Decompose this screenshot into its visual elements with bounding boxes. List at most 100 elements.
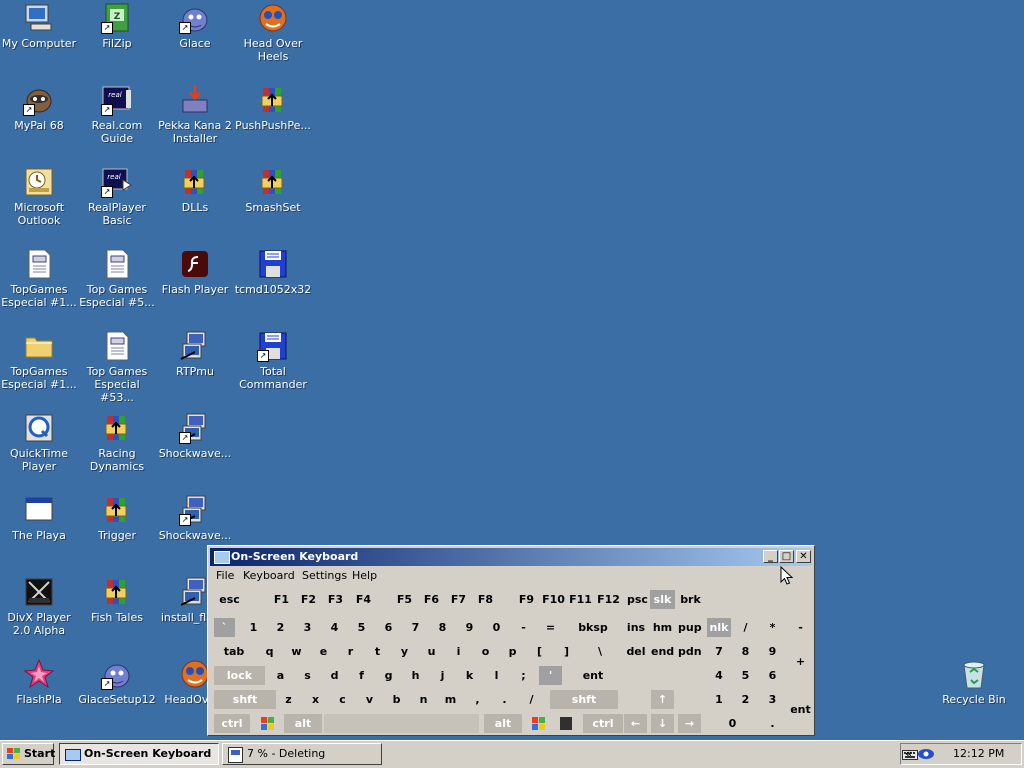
- key-num-18[interactable]: /: [734, 618, 757, 637]
- desktop-icon[interactable]: TopGames Especial #1...: [0, 248, 78, 309]
- key-num-5[interactable]: 5: [350, 618, 373, 637]
- key-q-7[interactable]: u: [420, 642, 443, 661]
- tray-expand-button[interactable]: «: [905, 747, 912, 760]
- application-menu-key[interactable]: [554, 714, 578, 733]
- desktop-icon[interactable]: SmashSet: [234, 166, 312, 214]
- key-q-3[interactable]: e: [312, 642, 335, 661]
- desktop-icon[interactable]: PushPushPe...: [234, 84, 312, 132]
- key-fn-8[interactable]: F8: [473, 590, 498, 609]
- key-num-12[interactable]: =: [539, 618, 562, 637]
- key-num-10[interactable]: 0: [485, 618, 508, 637]
- key-a-12[interactable]: ent: [566, 666, 620, 685]
- desktop-icon[interactable]: Z ↗ FilZip: [78, 2, 156, 50]
- key-num-16[interactable]: pup: [678, 618, 702, 637]
- key-z-16[interactable]: ent: [789, 690, 812, 730]
- key-z-8[interactable]: ,: [466, 690, 489, 709]
- desktop-icon[interactable]: Racing Dynamics: [78, 412, 156, 473]
- key-a-15[interactable]: 6: [761, 666, 784, 685]
- maximize-button[interactable]: □: [779, 550, 794, 563]
- key-fn-6[interactable]: F6: [419, 590, 444, 609]
- desktop-icon[interactable]: Microsoft Outlook: [0, 166, 78, 227]
- key-ctrl-8[interactable]: ←: [624, 714, 647, 733]
- key-fn-5[interactable]: F5: [392, 590, 417, 609]
- menu-file[interactable]: File: [216, 569, 234, 582]
- key-q-16[interactable]: pdn: [678, 642, 702, 661]
- key-ctrl-11[interactable]: 0: [707, 714, 758, 733]
- key-a-4[interactable]: f: [350, 666, 373, 685]
- key-z-4[interactable]: v: [358, 690, 381, 709]
- key-fn-12[interactable]: F12: [596, 590, 621, 609]
- key-z-2[interactable]: x: [304, 690, 327, 709]
- windows-key[interactable]: [255, 714, 279, 733]
- key-fn-14[interactable]: slk: [650, 590, 675, 609]
- key-a-7[interactable]: j: [431, 666, 454, 685]
- desktop-icon[interactable]: Trigger: [78, 494, 156, 542]
- key-num-19[interactable]: *: [761, 618, 784, 637]
- key-a-2[interactable]: s: [296, 666, 319, 685]
- key-fn-13[interactable]: psc: [625, 590, 650, 609]
- key-num-17[interactable]: nlk: [707, 618, 731, 637]
- desktop-icon[interactable]: ↗ GlaceSetup12: [78, 658, 156, 706]
- key-q-0[interactable]: tab: [214, 642, 254, 661]
- key-z-5[interactable]: b: [385, 690, 408, 709]
- desktop-icon[interactable]: tcmd1052x32: [234, 248, 312, 296]
- key-a-5[interactable]: g: [377, 666, 400, 685]
- desktop-icon[interactable]: FlashPla: [0, 658, 78, 706]
- key-ctrl-12[interactable]: .: [761, 714, 784, 733]
- key-num-13[interactable]: bksp: [566, 618, 620, 637]
- key-fn-15[interactable]: brk: [678, 590, 703, 609]
- key-z-1[interactable]: z: [277, 690, 300, 709]
- desktop-icon[interactable]: ↗ Glace: [156, 2, 234, 50]
- key-z-12[interactable]: ↑: [651, 690, 674, 709]
- key-fn-4[interactable]: F4: [351, 590, 376, 609]
- key-q-15[interactable]: end: [651, 642, 674, 661]
- key-fn-1[interactable]: F1: [269, 590, 294, 609]
- menu-help[interactable]: Help: [352, 569, 377, 582]
- key-num-14[interactable]: ins: [624, 618, 648, 637]
- key-fn-10[interactable]: F10: [541, 590, 566, 609]
- key-a-9[interactable]: l: [485, 666, 508, 685]
- desktop-icon[interactable]: Pekka Kana 2 Installer: [156, 84, 234, 145]
- key-q-13[interactable]: \: [582, 642, 618, 661]
- desktop-icon[interactable]: QuickTime Player: [0, 412, 78, 473]
- key-num-6[interactable]: 6: [377, 618, 400, 637]
- key-z-13[interactable]: 1: [707, 690, 731, 709]
- clock[interactable]: 12:12 PM: [953, 747, 1004, 760]
- desktop-icon[interactable]: Top Games Especial #53...: [78, 330, 156, 404]
- key-q-8[interactable]: i: [447, 642, 470, 661]
- close-button[interactable]: ✕: [796, 550, 811, 563]
- key-num-15[interactable]: hm: [651, 618, 674, 637]
- desktop-icon[interactable]: DivX Player 2.0 Alpha: [0, 576, 78, 637]
- key-q-4[interactable]: r: [339, 642, 362, 661]
- taskbar-item-on-screen-keyboard[interactable]: On-Screen Keyboard: [59, 743, 219, 765]
- key-q-2[interactable]: w: [285, 642, 308, 661]
- key-z-3[interactable]: c: [331, 690, 354, 709]
- desktop-icon[interactable]: ↗ Total Commander: [234, 330, 312, 391]
- key-num-0[interactable]: `: [214, 618, 235, 637]
- key-z-0[interactable]: shft: [214, 690, 276, 709]
- key-q-18[interactable]: 8: [734, 642, 757, 661]
- desktop-icon[interactable]: ↗ Shockwave...: [156, 494, 234, 542]
- key-q-6[interactable]: y: [393, 642, 416, 661]
- key-z-10[interactable]: /: [520, 690, 543, 709]
- key-ctrl-10[interactable]: →: [678, 714, 701, 733]
- key-z-9[interactable]: .: [493, 690, 516, 709]
- desktop-icon[interactable]: DLLs: [156, 166, 234, 214]
- title-bar[interactable]: On-Screen Keyboard _ □ ✕: [210, 548, 812, 566]
- windows-key[interactable]: [526, 714, 550, 733]
- key-a-14[interactable]: 5: [734, 666, 757, 685]
- key-fn-7[interactable]: F7: [446, 590, 471, 609]
- key-q-11[interactable]: [: [528, 642, 551, 661]
- key-ctrl-9[interactable]: ↓: [651, 714, 674, 733]
- key-num-4[interactable]: 4: [323, 618, 346, 637]
- desktop-icon[interactable]: Fish Tales: [78, 576, 156, 624]
- key-q-12[interactable]: ]: [555, 642, 578, 661]
- key-fn-11[interactable]: F11: [568, 590, 593, 609]
- key-a-3[interactable]: d: [323, 666, 346, 685]
- key-fn-2[interactable]: F2: [296, 590, 321, 609]
- desktop-icon[interactable]: ↗ Shockwave...: [156, 412, 234, 460]
- desktop-icon[interactable]: ↗ MyPal 68: [0, 84, 78, 132]
- key-z-11[interactable]: shft: [550, 690, 618, 709]
- key-z-14[interactable]: 2: [734, 690, 757, 709]
- key-ctrl-4[interactable]: alt: [484, 714, 522, 733]
